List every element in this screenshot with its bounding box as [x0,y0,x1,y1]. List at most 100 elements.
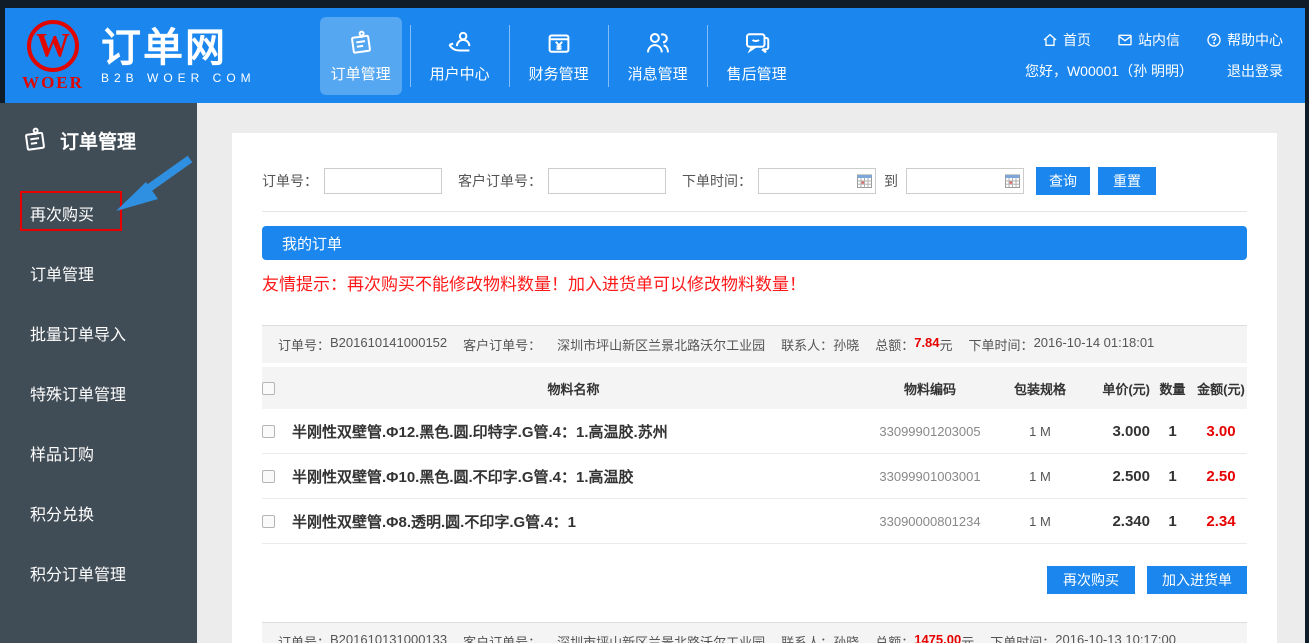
sidebar-item-points-exchange[interactable]: 积分兑换 [0,483,197,543]
order-management-icon [20,125,50,155]
pack-spec: 1 M [1005,469,1075,484]
nav-label: 售后管理 [727,63,787,84]
total-label: 总额： [875,632,914,643]
pack-spec: 1 M [1005,514,1075,529]
sidebar-item-special-order[interactable]: 特殊订单管理 [0,363,197,423]
main-nav: 订单管理 用户中心 [312,8,806,103]
quantity: 1 [1150,423,1195,440]
header-quantity: 数量 [1150,379,1195,398]
brand-logo[interactable]: W WOER 订单网 B2B WOER COM [15,18,256,93]
unit-price: 2.500 [1075,468,1150,485]
mail-icon [1117,32,1133,48]
order-no-value: B201610131000133 [330,632,447,643]
amount: 2.50 [1195,468,1247,485]
customer-order-no-label: 客户订单号： [458,171,542,191]
select-all-checkbox[interactable] [262,382,275,395]
total-unit: 元 [961,632,974,643]
buy-again-button[interactable]: 再次购买 [1047,566,1135,594]
user-center-icon [445,28,475,58]
material-code: 33099901203005 [855,424,1005,439]
order-no-input[interactable] [324,168,442,194]
unit-price: 2.340 [1075,513,1150,530]
woer-logo-mark: W WOER [15,18,91,93]
items-table-header: 物料名称 物料编码 包装规格 单价(元) 数量 金额(元) [262,367,1247,409]
order-time-label: 下单时间： [682,171,752,191]
header-material-code: 物料编码 [855,379,1005,398]
nav-label: 订单管理 [331,63,391,84]
nav-user-center[interactable]: 用户中心 [411,8,509,103]
contact-value: 孙晓 [833,632,859,643]
site-subtitle: B2B WOER COM [101,71,256,85]
sidebar-menu: 再次购买 订单管理 批量订单导入 特殊订单管理 样品订购 积分兑换 积分订单管理 [0,183,197,603]
user-greeting: 您好，W00001（孙 明明） [1025,61,1193,81]
customer-order-no-input[interactable] [548,168,666,194]
calendar-icon[interactable] [857,174,872,188]
date-to-label: 到 [884,171,898,191]
home-link[interactable]: 首页 [1042,30,1091,50]
sidebar-item-points-order[interactable]: 积分订单管理 [0,543,197,603]
nav-label: 用户中心 [430,63,490,84]
contact-label: 联系人： [781,335,833,354]
sidebar-item-order-management[interactable]: 订单管理 [0,243,197,303]
order-time-value: 2016-10-14 01:18:01 [1034,335,1155,354]
calendar-icon[interactable] [1005,174,1020,188]
top-header: W WOER 订单网 B2B WOER COM 订单管理 [0,8,1305,103]
order-summary-bar: 订单号：B201610141000152 客户订单号： 深圳市坪山新区兰景北路沃… [262,325,1247,363]
nav-finance-management[interactable]: 财务管理 [510,8,608,103]
pack-spec: 1 M [1005,424,1075,439]
sidebar-item-sample-order[interactable]: 样品订购 [0,423,197,483]
site-title-block: 订单网 B2B WOER COM [101,26,256,85]
sidebar-item-batch-order-import[interactable]: 批量订单导入 [0,303,197,363]
main-content: 订单号： 客户订单号： 下单时间： 到 查询 重置 [197,103,1305,643]
friendly-tip-text: 友情提示：再次购买不能修改物料数量！加入进货单可以修改物料数量！ [262,270,1247,295]
reset-button[interactable]: 重置 [1098,167,1156,195]
sidebar: 订单管理 再次购买 订单管理 批量订单导入 特殊订单管理 样品订购 积分兑换 积… [0,103,197,643]
customer-order-no-label: 客户订单号： [463,335,541,354]
help-center-label: 帮助中心 [1227,30,1283,50]
order-no-label: 订单号： [262,171,318,191]
material-name: 半刚性双壁管.Φ10.黑色.圆.不印字.G管.4：1.高温胶 [292,466,855,487]
help-center-link[interactable]: 帮助中心 [1206,30,1283,50]
total-label: 总额： [875,335,914,354]
content-panel: 订单号： 客户订单号： 下单时间： 到 查询 重置 [232,133,1277,643]
quantity: 1 [1150,468,1195,485]
order-management-icon [346,28,376,58]
contact-label: 联系人： [781,632,833,643]
order-no-label: 订单号： [278,632,330,643]
quantity: 1 [1150,513,1195,530]
order-block: 订单号：B201610131000133 客户订单号： 深圳市坪山新区兰景北路沃… [262,622,1247,643]
order-search-form: 订单号： 客户订单号： 下单时间： 到 查询 重置 [262,167,1247,195]
row-checkbox[interactable] [262,470,275,483]
nav-aftersale-management[interactable]: 售后管理 [708,8,806,103]
material-name: 半刚性双壁管.Φ12.黑色.圆.印特字.G管.4：1.高温胶.苏州 [292,421,855,442]
logo-brand-text: WOER [22,73,84,93]
table-row: 半刚性双壁管.Φ8.透明.圆.不印字.G管.4：1 33090000801234… [262,499,1247,544]
row-checkbox[interactable] [262,515,275,528]
amount: 3.00 [1195,423,1247,440]
material-code: 33099901003001 [855,469,1005,484]
logo-circle: W [27,20,79,72]
help-icon [1206,32,1222,48]
nav-message-management[interactable]: 消息管理 [609,8,707,103]
customer-order-no-label: 客户订单号： [463,632,541,643]
order-address: 深圳市坪山新区兰景北路沃尔工业园 [557,632,765,643]
order-no-label: 订单号： [278,335,330,354]
site-mail-link[interactable]: 站内信 [1117,30,1180,50]
order-no-value: B201610141000152 [330,335,447,354]
add-to-cart-button[interactable]: 加入进货单 [1147,566,1247,594]
unit-price: 3.000 [1075,423,1150,440]
sidebar-item-buy-again[interactable]: 再次购买 [0,183,197,243]
order-address: 深圳市坪山新区兰景北路沃尔工业园 [557,335,765,354]
row-checkbox[interactable] [262,425,275,438]
order-time-label: 下单时间： [990,632,1055,643]
header-amount: 金额(元) [1195,379,1247,398]
order-total-value: 7.84 [914,335,939,354]
order-summary-bar: 订单号：B201610131000133 客户订单号： 深圳市坪山新区兰景北路沃… [262,622,1247,643]
header-right: 首页 站内信 帮助中心 您好，W00001（孙 明明） 退出登录 [1025,30,1283,81]
query-button[interactable]: 查询 [1036,167,1090,195]
sidebar-title: 订单管理 [60,127,136,154]
header-pack-spec: 包装规格 [1005,379,1075,398]
logo-letter: W [36,29,70,63]
nav-order-management[interactable]: 订单管理 [312,8,410,103]
logout-link[interactable]: 退出登录 [1227,61,1283,81]
